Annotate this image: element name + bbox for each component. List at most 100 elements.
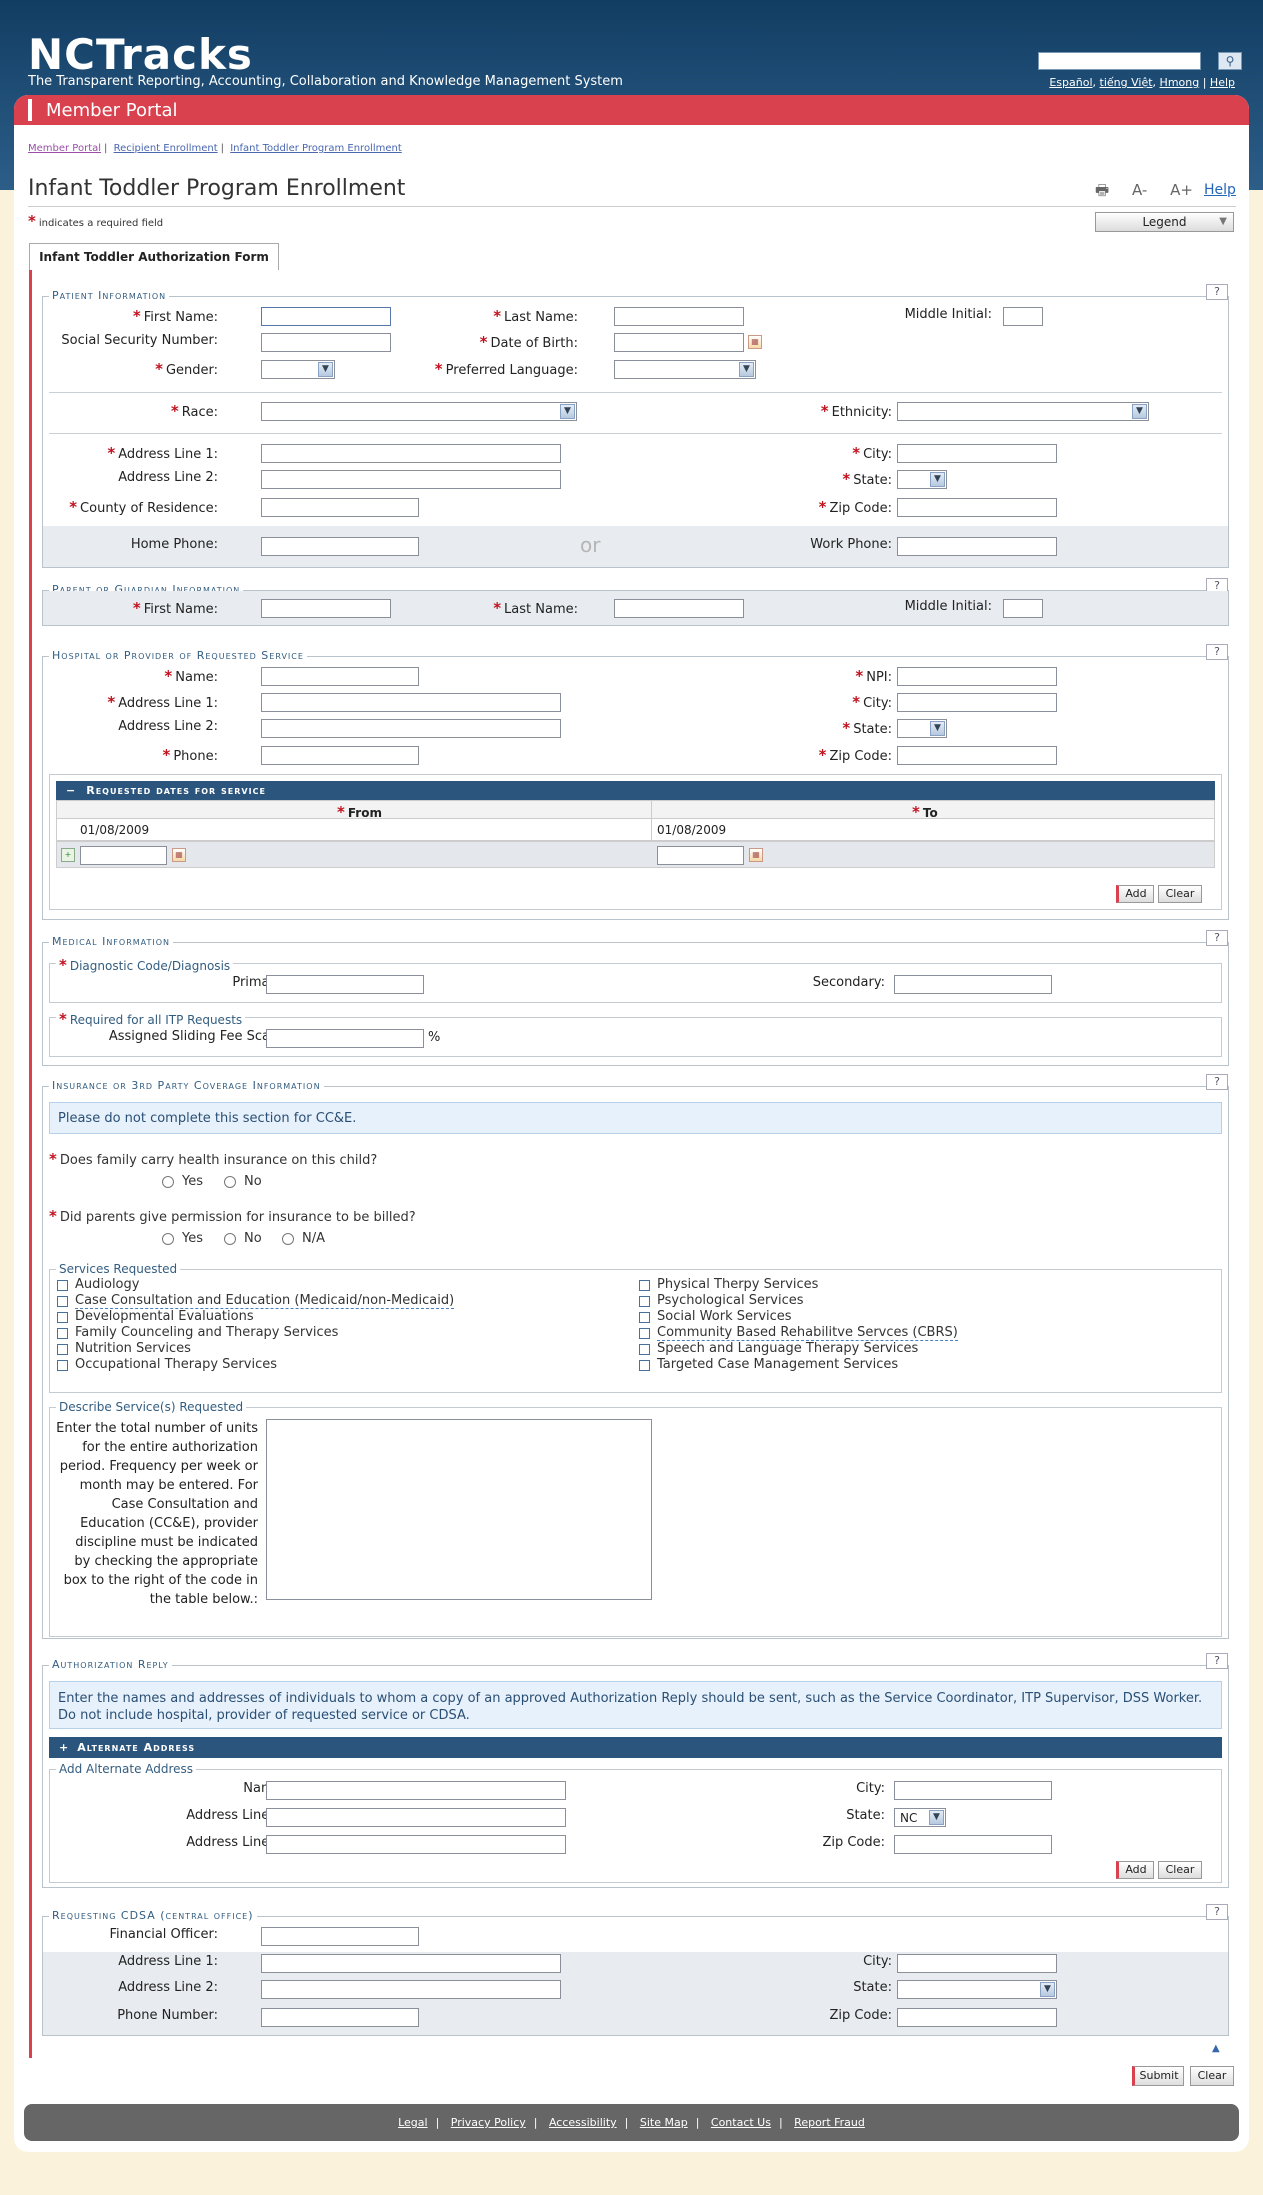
address2-input[interactable] bbox=[261, 470, 561, 489]
guardian-first-name-input[interactable] bbox=[261, 599, 391, 618]
last-name-input[interactable] bbox=[614, 307, 744, 326]
footer-accessibility[interactable]: Accessibility bbox=[549, 2116, 617, 2129]
county-input[interactable] bbox=[261, 498, 419, 517]
font-smaller-icon[interactable]: A- bbox=[1132, 181, 1147, 199]
crumb-member-portal[interactable]: Member Portal bbox=[28, 143, 101, 154]
submit-button[interactable]: Submit bbox=[1132, 2066, 1184, 2086]
npi-input[interactable] bbox=[897, 667, 1057, 686]
print-icon[interactable]: 🖶 bbox=[1095, 181, 1109, 199]
alt-zip-input[interactable] bbox=[894, 1835, 1052, 1854]
secondary-diagnosis-input[interactable] bbox=[894, 975, 1052, 994]
insurance-yes-radio[interactable] bbox=[162, 1176, 174, 1188]
footer-site-map[interactable]: Site Map bbox=[640, 2116, 688, 2129]
alternate-address-bar[interactable]: + Alternate Address bbox=[49, 1737, 1222, 1758]
back-to-top-icon[interactable]: ▲ bbox=[1212, 2043, 1220, 2054]
link-hmong[interactable]: Hmong bbox=[1160, 76, 1200, 89]
service-checkbox[interactable] bbox=[57, 1280, 68, 1291]
cdsa-city-input[interactable] bbox=[897, 1954, 1057, 1973]
cdsa-address2-input[interactable] bbox=[261, 1980, 561, 1999]
table-row[interactable]: 01/08/2009 01/08/2009 bbox=[56, 819, 1215, 841]
search-input[interactable] bbox=[1038, 52, 1201, 70]
alt-name-input[interactable] bbox=[266, 1781, 566, 1800]
service-checkbox[interactable] bbox=[57, 1344, 68, 1355]
guardian-last-name-input[interactable] bbox=[614, 599, 744, 618]
link-vietnamese[interactable]: tiếng Việt bbox=[1100, 76, 1153, 89]
alt-address1-input[interactable] bbox=[266, 1808, 566, 1827]
race-select[interactable]: ▼ bbox=[261, 402, 577, 421]
insurance-no-radio[interactable] bbox=[224, 1176, 236, 1188]
dates-clear-button[interactable]: Clear bbox=[1158, 885, 1202, 903]
provider-address1-input[interactable] bbox=[261, 693, 561, 712]
sliding-fee-input[interactable] bbox=[266, 1029, 424, 1048]
service-checkbox[interactable] bbox=[639, 1360, 650, 1371]
calendar-icon[interactable]: ▦ bbox=[172, 848, 186, 862]
calendar-icon[interactable]: ▦ bbox=[749, 848, 763, 862]
alt-address2-input[interactable] bbox=[266, 1835, 566, 1854]
font-larger-icon[interactable]: A+ bbox=[1170, 181, 1193, 199]
help-icon[interactable]: ? bbox=[1206, 930, 1228, 946]
language-select[interactable]: ▼ bbox=[614, 360, 756, 379]
financial-officer-input[interactable] bbox=[261, 1927, 419, 1946]
guardian-middle-initial-input[interactable] bbox=[1003, 599, 1043, 618]
service-checkbox[interactable] bbox=[639, 1312, 650, 1323]
help-icon[interactable]: ? bbox=[1206, 1074, 1228, 1090]
city-input[interactable] bbox=[897, 444, 1057, 463]
add-row-icon[interactable]: + bbox=[61, 848, 75, 862]
footer-legal[interactable]: Legal bbox=[398, 2116, 427, 2129]
help-link[interactable]: Help bbox=[1204, 182, 1236, 198]
permission-na-radio[interactable] bbox=[282, 1233, 294, 1245]
service-checkbox[interactable] bbox=[57, 1360, 68, 1371]
collapse-icon[interactable]: − bbox=[66, 784, 76, 797]
describe-textarea[interactable] bbox=[266, 1419, 652, 1600]
address1-input[interactable] bbox=[261, 444, 561, 463]
help-icon[interactable]: ? bbox=[1206, 1653, 1228, 1669]
alt-clear-button[interactable]: Clear bbox=[1158, 1861, 1202, 1879]
crumb-recipient-enrollment[interactable]: Recipient Enrollment bbox=[114, 143, 218, 154]
provider-zip-input[interactable] bbox=[897, 746, 1057, 765]
legend-dropdown[interactable]: Legend ▼ bbox=[1095, 212, 1234, 232]
service-checkbox[interactable] bbox=[639, 1296, 650, 1307]
provider-phone-input[interactable] bbox=[261, 746, 419, 765]
service-checkbox[interactable] bbox=[639, 1280, 650, 1291]
permission-yes-radio[interactable] bbox=[162, 1233, 174, 1245]
cdsa-zip-input[interactable] bbox=[897, 2008, 1057, 2027]
crumb-itp-enrollment[interactable]: Infant Toddler Program Enrollment bbox=[230, 143, 402, 154]
middle-initial-input[interactable] bbox=[1003, 307, 1043, 326]
new-to-date-input[interactable] bbox=[657, 846, 744, 865]
tab-authorization-form[interactable]: Infant Toddler Authorization Form bbox=[29, 243, 279, 270]
gender-select[interactable]: ▼ bbox=[261, 360, 335, 379]
alt-add-button[interactable]: Add bbox=[1116, 1861, 1154, 1879]
service-checkbox[interactable] bbox=[57, 1296, 68, 1307]
ethnicity-select[interactable]: ▼ bbox=[897, 402, 1149, 421]
help-icon[interactable]: ? bbox=[1206, 284, 1228, 300]
provider-name-input[interactable] bbox=[261, 667, 419, 686]
alt-state-select[interactable]: NC ▼ bbox=[894, 1808, 946, 1827]
service-checkbox[interactable] bbox=[639, 1344, 650, 1355]
calendar-icon[interactable]: ▦ bbox=[748, 335, 762, 349]
provider-address2-input[interactable] bbox=[261, 719, 561, 738]
footer-report-fraud[interactable]: Report Fraud bbox=[794, 2116, 865, 2129]
home-phone-input[interactable] bbox=[261, 537, 419, 556]
zip-input[interactable] bbox=[897, 498, 1057, 517]
help-icon[interactable]: ? bbox=[1206, 1904, 1228, 1920]
provider-city-input[interactable] bbox=[897, 693, 1057, 712]
search-icon[interactable]: ⚲ bbox=[1218, 52, 1242, 70]
state-select[interactable]: ▼ bbox=[897, 470, 947, 489]
link-help-top[interactable]: Help bbox=[1210, 76, 1235, 89]
help-icon[interactable]: ? bbox=[1206, 644, 1228, 660]
dates-add-button[interactable]: Add bbox=[1116, 885, 1154, 903]
footer-privacy[interactable]: Privacy Policy bbox=[451, 2116, 526, 2129]
provider-state-select[interactable]: ▼ bbox=[897, 719, 947, 738]
clear-button[interactable]: Clear bbox=[1190, 2066, 1234, 2086]
expand-icon[interactable]: + bbox=[59, 1741, 69, 1754]
service-checkbox[interactable] bbox=[57, 1312, 68, 1323]
footer-contact[interactable]: Contact Us bbox=[711, 2116, 771, 2129]
permission-no-radio[interactable] bbox=[224, 1233, 236, 1245]
primary-diagnosis-input[interactable] bbox=[266, 975, 424, 994]
first-name-input[interactable] bbox=[261, 307, 391, 326]
alt-city-input[interactable] bbox=[894, 1781, 1052, 1800]
cdsa-address1-input[interactable] bbox=[261, 1954, 561, 1973]
service-checkbox[interactable] bbox=[57, 1328, 68, 1339]
service-checkbox[interactable] bbox=[639, 1328, 650, 1339]
dob-input[interactable] bbox=[614, 333, 744, 352]
